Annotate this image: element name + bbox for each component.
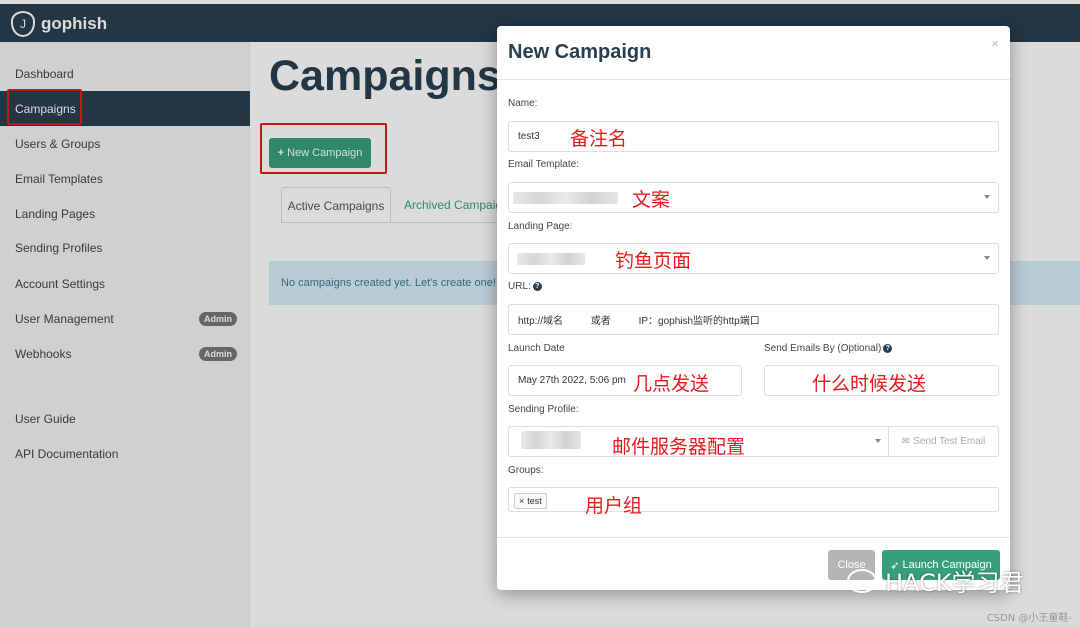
chip-remove-icon[interactable]: × bbox=[519, 496, 524, 506]
send-test-email-button[interactable]: ✉ Send Test Email bbox=[888, 427, 998, 456]
send-by-label: Send Emails By (Optional)? bbox=[764, 343, 893, 354]
groups-input[interactable]: × test bbox=[508, 487, 999, 512]
chevron-down-icon bbox=[984, 195, 990, 199]
sending-profile-label: Sending Profile: bbox=[508, 404, 579, 415]
new-campaign-modal: New Campaign × Name: test3 备注名 Email Tem… bbox=[497, 26, 1010, 590]
name-label: Name: bbox=[508, 98, 538, 109]
launch-date-value: May 27th 2022, 5:06 pm bbox=[518, 375, 626, 386]
watermark: HACK学习君 bbox=[847, 563, 1024, 598]
annotation-landing: 钓鱼页面 bbox=[615, 250, 692, 272]
launch-date-label: Launch Date bbox=[508, 343, 565, 354]
url-input[interactable]: http://域名 或者 IP：gophish监听的http端口 bbox=[508, 304, 999, 335]
email-template-select[interactable] bbox=[508, 182, 999, 213]
redacted-value bbox=[517, 253, 585, 265]
group-chip-label: test bbox=[527, 496, 542, 506]
question-circle-icon[interactable]: ? bbox=[883, 343, 893, 353]
watermark-text: HACK学习君 bbox=[885, 569, 1024, 597]
redacted-value bbox=[513, 192, 618, 204]
modal-footer-divider bbox=[497, 537, 1010, 538]
annotation-groups: 用户组 bbox=[585, 495, 643, 517]
annotation-send-by: 什么时候发送 bbox=[812, 373, 927, 395]
modal-header: New Campaign × bbox=[497, 26, 1010, 80]
name-value: test3 bbox=[518, 131, 540, 142]
landing-page-label: Landing Page: bbox=[508, 221, 573, 232]
url-value: http://域名 或者 IP：gophish监听的http端口 bbox=[518, 316, 760, 327]
group-chip[interactable]: × test bbox=[514, 493, 547, 509]
email-template-label: Email Template: bbox=[508, 159, 579, 170]
annotation-name: 备注名 bbox=[570, 128, 628, 150]
chevron-down-icon bbox=[875, 439, 881, 443]
url-label: URL:? bbox=[508, 281, 542, 292]
modal-title: New Campaign bbox=[508, 41, 652, 63]
wechat-icon bbox=[847, 568, 877, 593]
redacted-value bbox=[521, 431, 581, 449]
chevron-down-icon bbox=[984, 256, 990, 260]
close-icon[interactable]: × bbox=[991, 36, 999, 51]
sending-profile-select[interactable]: ✉ Send Test Email bbox=[508, 426, 999, 457]
envelope-icon: ✉ bbox=[901, 436, 911, 447]
annotation-launch-date: 几点发送 bbox=[633, 373, 710, 395]
csdn-watermark: CSDN @小王童鞋- bbox=[986, 613, 1072, 624]
send-test-email-label: Send Test Email bbox=[913, 436, 986, 447]
groups-label: Groups: bbox=[508, 465, 544, 476]
question-circle-icon[interactable]: ? bbox=[532, 281, 542, 291]
annotation-template: 文案 bbox=[632, 189, 671, 211]
annotation-sending-profile: 邮件服务器配置 bbox=[612, 436, 746, 458]
landing-page-select[interactable] bbox=[508, 243, 999, 274]
